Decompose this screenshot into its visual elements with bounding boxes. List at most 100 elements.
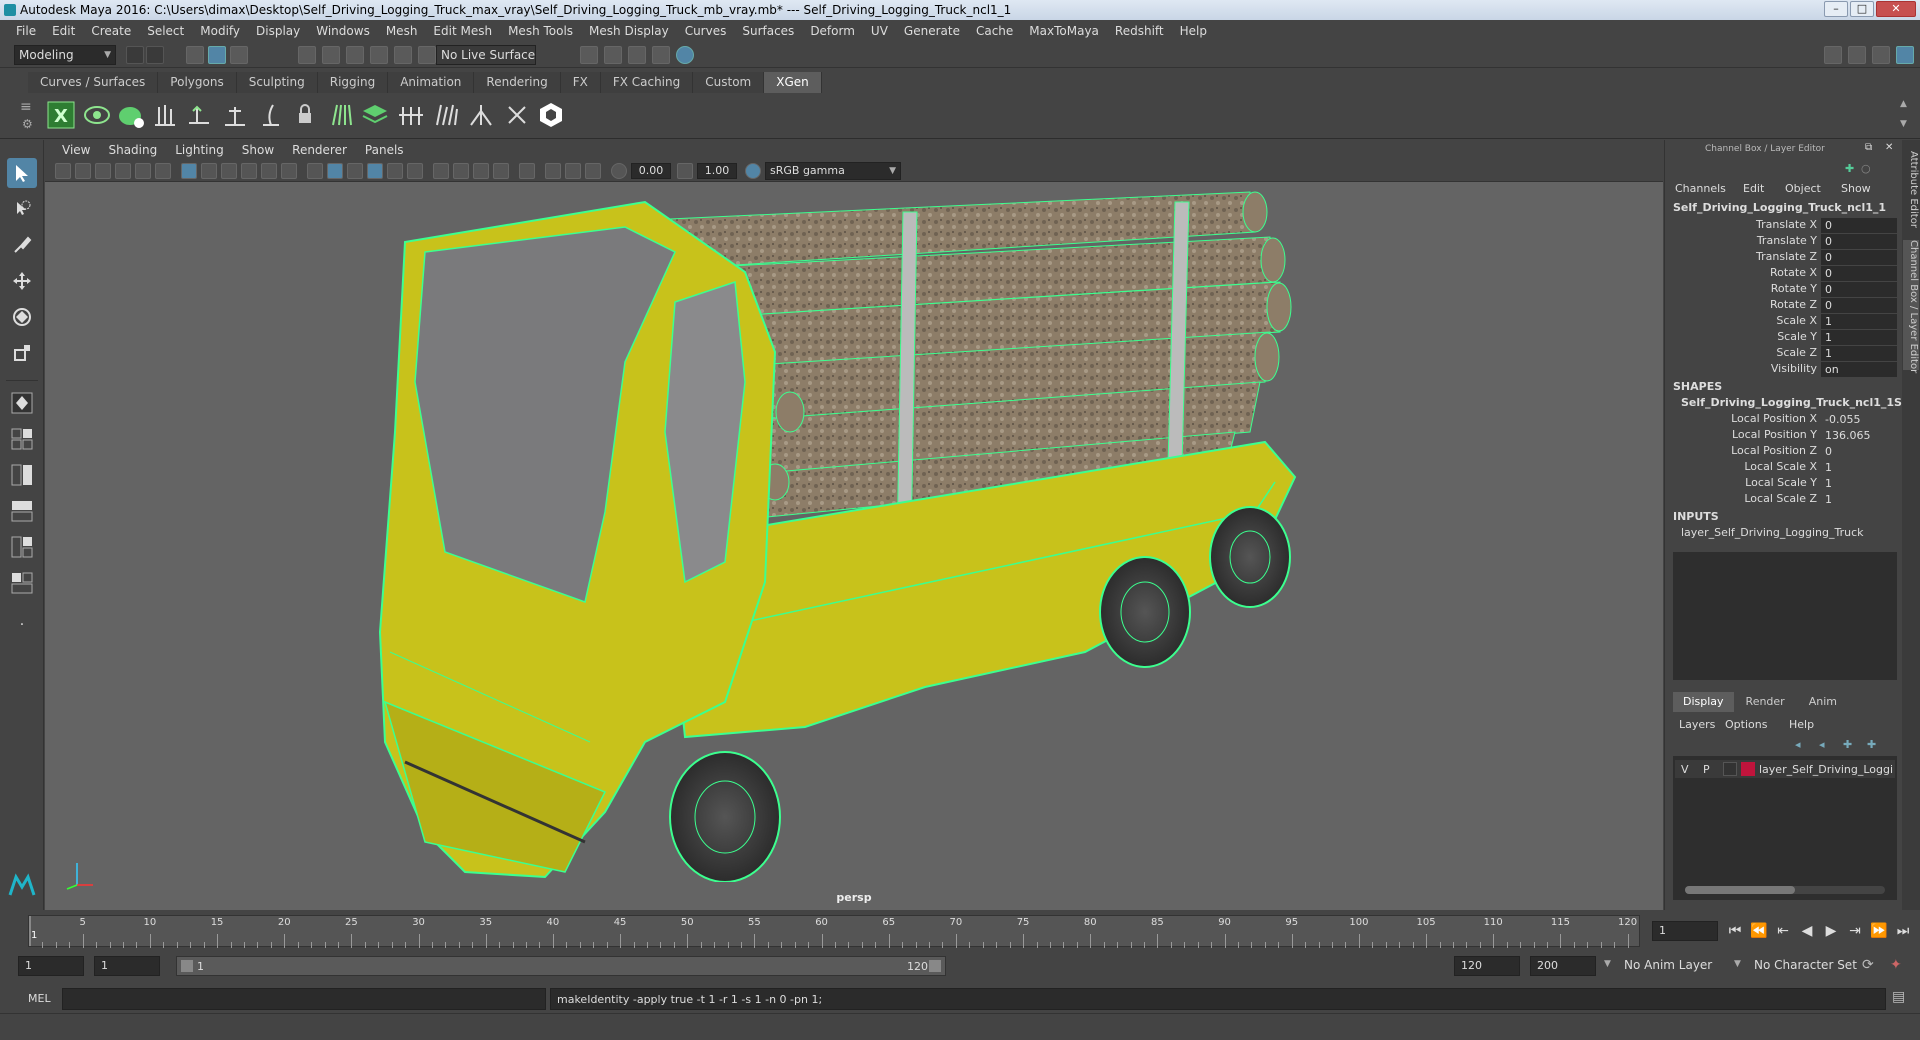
xray-joints-icon[interactable] [565, 163, 581, 179]
menu-display[interactable]: Display [248, 20, 308, 42]
layer-playback-toggle[interactable]: P [1703, 763, 1710, 776]
shelf-tab-rendering[interactable]: Rendering [474, 72, 561, 93]
shelf-tab-fx-caching[interactable]: FX Caching [600, 72, 694, 93]
time-slider-bar[interactable]: 1 5 10 15 20 25 30 35 40 45 50 55 60 65 70 75 80 85 90 95 1… [28, 915, 1640, 948]
close-panel-icon[interactable]: ✕ [1885, 142, 1893, 153]
channel-value[interactable]: 0 [1821, 218, 1897, 233]
select-component-icon[interactable] [230, 46, 248, 64]
layer-display-type-toggle[interactable] [1723, 762, 1737, 776]
layer-guides-icon[interactable] [360, 100, 390, 130]
xray-components-icon[interactable] [585, 163, 601, 179]
channel-row[interactable]: Translate X 0 [1665, 218, 1903, 234]
shelf-tab-fx[interactable]: FX [560, 72, 601, 93]
channel-row[interactable]: Scale X 1 [1665, 314, 1903, 330]
exposure-icon[interactable] [611, 163, 627, 179]
2d-pan-zoom-icon[interactable] [135, 163, 151, 179]
viewport-menu-renderer[interactable]: Renderer [283, 143, 356, 157]
channel-value[interactable]: 0 [1821, 266, 1897, 281]
field-chart-icon[interactable] [261, 163, 277, 179]
chevron-down-icon[interactable]: ▼ [1734, 959, 1741, 969]
menu-mesh-tools[interactable]: Mesh Tools [500, 20, 581, 42]
motion-blur-icon[interactable] [473, 163, 489, 179]
step-forward-key-icon[interactable]: ⇥ [1846, 922, 1864, 940]
hypershade-icon[interactable] [676, 46, 694, 64]
channel-row[interactable]: Translate Y 0 [1665, 234, 1903, 250]
minimize-button[interactable]: – [1824, 1, 1848, 17]
snap-grid-icon[interactable] [298, 46, 316, 64]
shape-channel-row[interactable]: Local Scale Y 1 [1665, 476, 1903, 492]
noise-guides-icon[interactable] [432, 100, 462, 130]
play-backward-icon[interactable]: ◀ [1798, 922, 1816, 940]
viewport-menu-view[interactable]: View [53, 143, 99, 157]
channel-box-mode-icon[interactable]: ○ [1861, 162, 1871, 175]
viewport-menu-shading[interactable]: Shading [99, 143, 166, 157]
use-all-lights-icon[interactable] [407, 163, 423, 179]
viewport-panel[interactable]: View Shading Lighting Show Renderer Pane… [45, 140, 1663, 910]
channel-value[interactable]: 1 [1821, 330, 1897, 345]
select-object-icon[interactable] [208, 46, 226, 64]
anti-aliasing-icon[interactable] [493, 163, 509, 179]
viewport-menu-panels[interactable]: Panels [356, 143, 413, 157]
paint-select-tool-icon[interactable] [7, 230, 37, 260]
view-transform-dropdown[interactable]: sRGB gamma ▼ [765, 162, 901, 180]
gamma-icon[interactable] [677, 163, 693, 179]
layer-list-scrollbar[interactable] [1685, 886, 1885, 894]
resolution-gate-icon[interactable] [221, 163, 237, 179]
rotate-tool-icon[interactable] [7, 302, 37, 332]
menu-uv[interactable]: UV [863, 20, 896, 42]
attribute-editor-toggle-icon[interactable] [1848, 46, 1866, 64]
menu-help[interactable]: Help [1172, 20, 1215, 42]
tool-settings-toggle-icon[interactable] [1872, 46, 1890, 64]
shelf-tab-custom[interactable]: Custom [693, 72, 765, 93]
image-plane-icon[interactable] [115, 163, 131, 179]
menu-mesh[interactable]: Mesh [378, 20, 426, 42]
menu-deform[interactable]: Deform [802, 20, 863, 42]
channel-value[interactable]: on [1821, 362, 1897, 377]
attribute-editor-tab[interactable]: Attribute Editor [1903, 150, 1919, 228]
menu-create[interactable]: Create [83, 20, 139, 42]
menu-modify[interactable]: Modify [192, 20, 248, 42]
layer-color-swatch[interactable] [1741, 762, 1755, 776]
render-frame-icon[interactable] [604, 46, 622, 64]
xray-icon[interactable] [545, 163, 561, 179]
default-material-icon[interactable] [347, 163, 363, 179]
menu-maxtomaya[interactable]: MaxToMaya [1021, 20, 1107, 42]
shelf-tab-polygons[interactable]: Polygons [158, 72, 237, 93]
live-surface-field[interactable]: No Live Surface [436, 45, 536, 65]
character-set-dropdown[interactable]: No Character Set [1750, 956, 1870, 976]
shape-channel-row[interactable]: Local Position X -0.055 [1665, 412, 1903, 428]
shape-channel-row[interactable]: Local Scale X 1 [1665, 460, 1903, 476]
delete-guides-icon[interactable] [502, 100, 532, 130]
new-layer-selected-icon[interactable]: ✚ [1867, 738, 1876, 751]
channel-row[interactable]: Scale Y 1 [1665, 330, 1903, 346]
animation-end-field[interactable]: 200 [1530, 956, 1596, 976]
scene-render[interactable] [45, 182, 1663, 882]
playback-start-field[interactable]: 1 [94, 956, 160, 976]
shape-channel-row[interactable]: Local Scale Z 1 [1665, 492, 1903, 508]
layer-help-menu[interactable]: Help [1789, 718, 1814, 731]
shelf-tab-rigging[interactable]: Rigging [317, 72, 389, 93]
xgen-interactive-groom-icon[interactable] [536, 100, 566, 130]
menu-edit-mesh[interactable]: Edit Mesh [425, 20, 500, 42]
selected-object-name[interactable]: Self_Driving_Logging_Truck_ncl1_1 [1673, 201, 1886, 214]
shelf-tab-xgen[interactable]: XGen [764, 72, 822, 93]
select-tool-icon[interactable] [7, 158, 37, 188]
isolate-select-icon[interactable] [519, 163, 535, 179]
play-forward-icon[interactable]: ▶ [1822, 922, 1840, 940]
shelf-tab-curves-surfaces[interactable]: Curves / Surfaces [28, 72, 159, 93]
shadows-icon[interactable] [433, 163, 449, 179]
modeling-toolkit-icon[interactable] [1824, 46, 1842, 64]
menu-windows[interactable]: Windows [308, 20, 378, 42]
channel-row[interactable]: Translate Z 0 [1665, 250, 1903, 266]
ambient-occlusion-icon[interactable] [453, 163, 469, 179]
channel-row[interactable]: Rotate Z 0 [1665, 298, 1903, 314]
shape-channel-row[interactable]: Local Position Y 136.065 [1665, 428, 1903, 444]
animation-preferences-icon[interactable]: ✦ [1890, 957, 1902, 973]
outliner-layout-icon[interactable] [7, 568, 37, 598]
layer-visibility-toggle[interactable]: V [1681, 763, 1689, 776]
menu-generate[interactable]: Generate [896, 20, 968, 42]
single-perspective-layout-icon[interactable] [7, 388, 37, 418]
layer-tab-anim[interactable]: Anim [1797, 692, 1849, 712]
camera-attributes-icon[interactable] [75, 163, 91, 179]
channel-value[interactable]: 0 [1821, 234, 1897, 249]
